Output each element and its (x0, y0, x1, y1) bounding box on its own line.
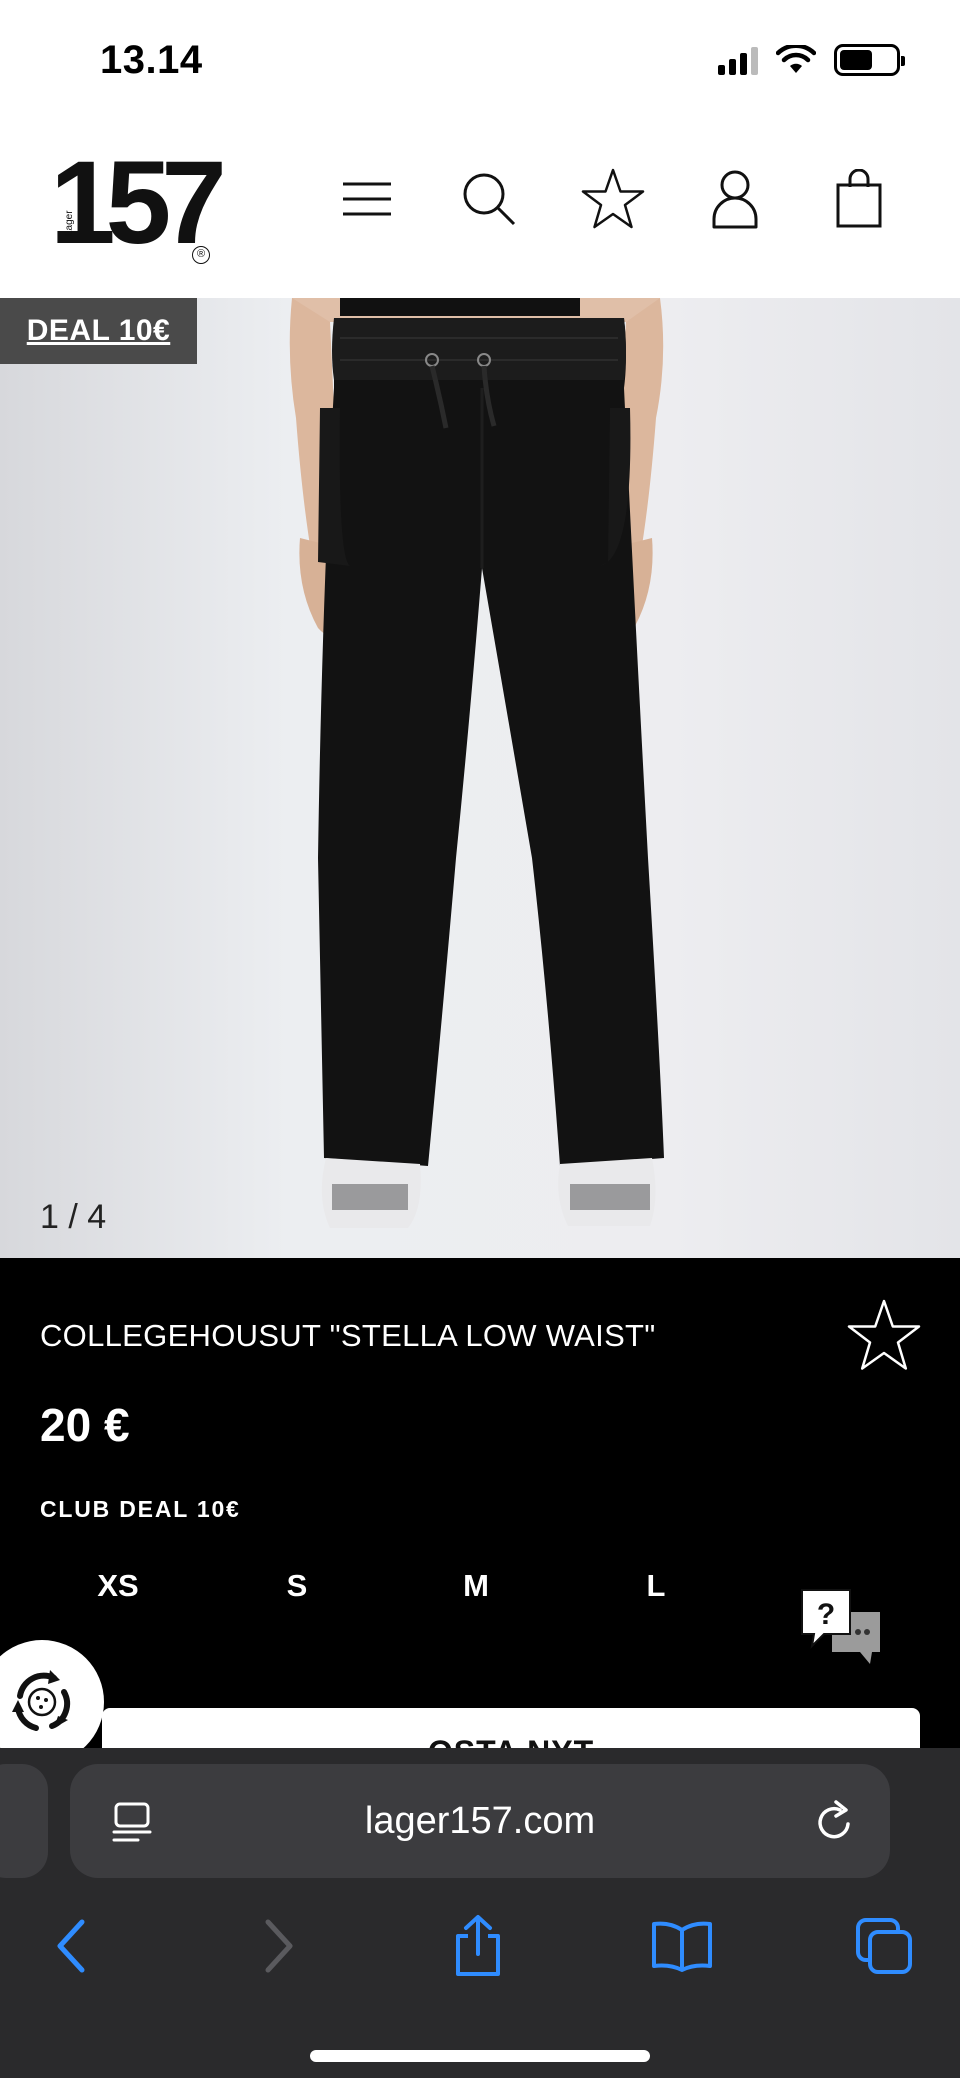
club-deal-label: CLUB DEAL 10€ (40, 1496, 241, 1522)
browser-toolbar: lager157.com (0, 1748, 960, 2078)
share-button[interactable] (440, 1908, 516, 1984)
wishlist-button[interactable] (578, 164, 648, 234)
wifi-icon (776, 45, 816, 73)
reload-icon (818, 1800, 850, 1839)
cart-button[interactable] (824, 164, 894, 234)
product-price: 20 € (40, 1399, 130, 1451)
star-icon (847, 1299, 921, 1370)
bookmarks-icon (652, 1921, 712, 1972)
home-indicator[interactable] (310, 2050, 650, 2062)
logo[interactable]: 157 Lager ® (36, 137, 227, 274)
status-bar: 13.14 (0, 0, 960, 118)
product-title: COLLEGEHOUSUT "STELLA LOW WAIST" (40, 1318, 656, 1353)
size-option-xs[interactable]: XS (78, 1568, 158, 1604)
menu-icon (343, 182, 391, 216)
url-text: lager157.com (364, 1800, 596, 1842)
share-icon (456, 1915, 500, 1976)
club-recycle-icon (12, 1670, 71, 1731)
product-image-carousel[interactable]: DEAL 10€ 1 / 4 (0, 298, 960, 1258)
tabs-icon (856, 1918, 912, 1974)
bag-icon (836, 169, 882, 228)
site-header: 157 Lager ® (0, 118, 960, 298)
deal-badge-label: DEAL 10€ (26, 314, 171, 347)
product-info: COLLEGEHOUSUT "STELLA LOW WAIST" 20 € CL… (0, 1258, 960, 1788)
status-time: 13.14 (100, 38, 203, 82)
forward-icon (265, 1919, 293, 1973)
search-button[interactable] (454, 164, 524, 234)
reload-button[interactable] (810, 1798, 858, 1846)
tabs-button[interactable] (846, 1908, 922, 1984)
loyalty-widget-button[interactable] (0, 1640, 104, 1764)
image-counter: 1 / 4 (40, 1198, 107, 1236)
account-button[interactable] (700, 164, 770, 234)
search-icon (463, 173, 516, 226)
product-photo (289, 298, 664, 1228)
previous-tab-preview[interactable] (0, 1764, 48, 1878)
size-option-m[interactable]: M (436, 1568, 516, 1604)
back-button[interactable] (34, 1908, 110, 1984)
battery-icon (834, 44, 905, 76)
status-icons (718, 44, 905, 76)
cellular-signal-icon (718, 45, 758, 75)
size-option-s[interactable]: S (257, 1568, 337, 1604)
size-option-l[interactable]: L (616, 1568, 696, 1604)
star-icon (581, 168, 645, 229)
logo-lager-text: Lager (64, 210, 75, 236)
chat-help-button[interactable]: ? (800, 1588, 884, 1668)
back-icon (57, 1919, 85, 1973)
logo-registered-mark: ® (192, 246, 210, 264)
menu-button[interactable] (332, 164, 402, 234)
logo-number: 157 (50, 137, 227, 269)
chat-question-icon: ? (801, 1589, 880, 1664)
address-bar[interactable]: lager157.com (70, 1764, 890, 1878)
svg-text:?: ? (817, 1598, 835, 1631)
bookmarks-button[interactable] (644, 1908, 720, 1984)
add-to-wishlist-button[interactable] (846, 1298, 922, 1374)
forward-button[interactable] (240, 1908, 316, 1984)
deal-badge: DEAL 10€ (0, 298, 197, 364)
user-icon (712, 170, 758, 229)
